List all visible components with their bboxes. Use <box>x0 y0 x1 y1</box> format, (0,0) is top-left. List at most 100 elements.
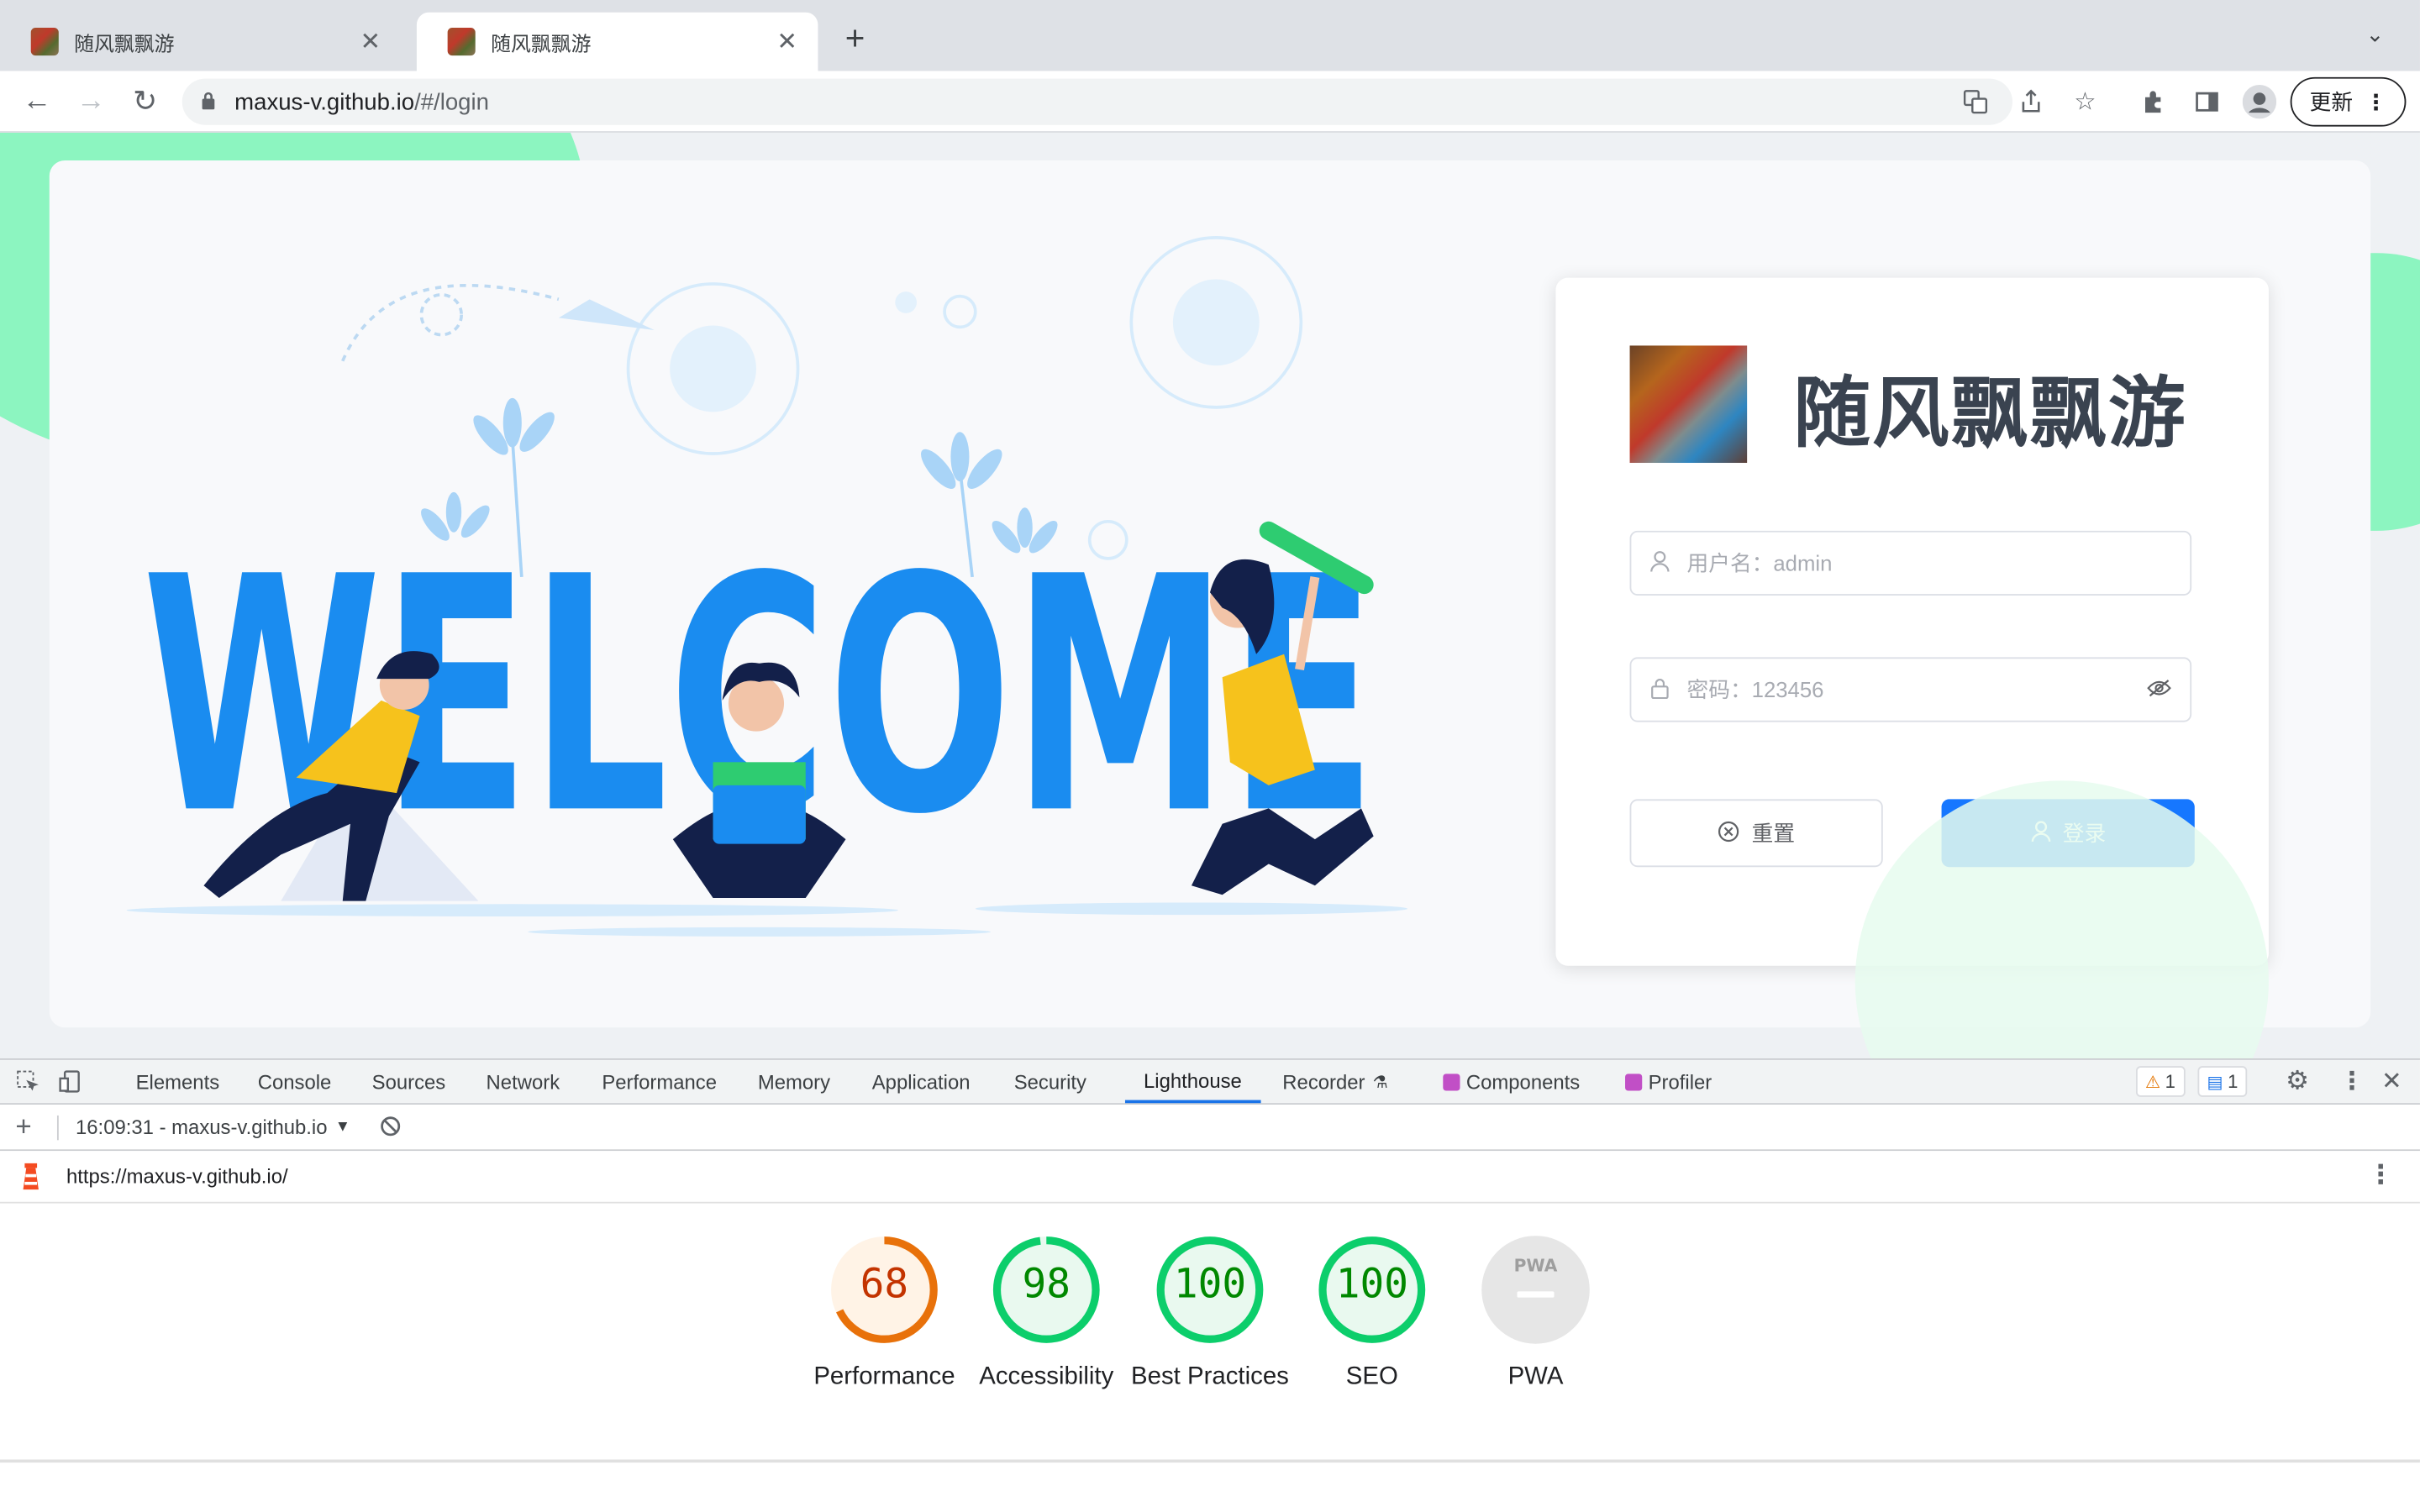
report-url[interactable]: https://maxus-v.github.io/ <box>66 1165 288 1189</box>
lighthouse-toolbar: + 16:09:31 - maxus-v.github.io ▼ <box>0 1105 2420 1152</box>
score-gauge-best-practices[interactable]: 100 <box>1155 1234 1265 1345</box>
tab-search-icon[interactable]: ⌄ <box>2366 22 2385 48</box>
reload-icon[interactable]: ↻ <box>127 83 164 120</box>
profile-avatar-icon[interactable] <box>2241 83 2278 120</box>
tab-application[interactable]: Application <box>872 1060 971 1103</box>
tab-strip: 随风飘飘游 ✕ 随风飘飘游 ✕ + ⌄ <box>0 0 2420 71</box>
user-icon <box>1649 550 1671 576</box>
share-icon[interactable] <box>2012 83 2049 120</box>
url-path: /#/login <box>414 88 489 115</box>
update-label: 更新 <box>2309 89 2354 114</box>
username-input[interactable]: 用户名：admin <box>1629 530 2192 596</box>
new-tab-button[interactable]: + <box>836 18 873 59</box>
close-icon[interactable]: ✕ <box>771 26 802 57</box>
extensions-icon[interactable] <box>2134 83 2171 120</box>
back-icon[interactable]: ← <box>18 83 55 120</box>
score-label: Performance <box>813 1363 955 1390</box>
tab-elements[interactable]: Elements <box>136 1060 220 1103</box>
password-placeholder: 密码：123456 <box>1686 677 1824 702</box>
svg-text:PWA: PWA <box>1514 1255 1558 1275</box>
score-value: 100 <box>1335 1262 1408 1309</box>
score-label: SEO <box>1345 1363 1398 1390</box>
browser-tab-active[interactable]: 随风飘飘游 ✕ <box>416 12 818 71</box>
address-bar[interactable]: maxus-v.github.io/#/login <box>182 78 2013 125</box>
site-title: 随风飘飘游 <box>1793 368 2187 459</box>
score-gauge-performance[interactable]: 68 <box>829 1234 939 1345</box>
dropdown-arrow-icon: ▼ <box>334 1117 350 1135</box>
profiler-label: Profiler <box>1648 1069 1712 1094</box>
messages-badge[interactable]: ▤ 1 <box>2197 1066 2248 1097</box>
tab-title: 随风飘飘游 <box>491 31 592 55</box>
welcome-illustration: WELCOME <box>126 236 1408 937</box>
hide-password-icon[interactable] <box>2147 677 2171 701</box>
recorder-label: Recorder <box>1282 1069 1365 1094</box>
clear-all-icon[interactable] <box>380 1105 402 1147</box>
browser-tab[interactable]: 随风飘飘游 ✕ <box>0 13 402 71</box>
side-panel-icon[interactable] <box>2188 83 2225 120</box>
score-value: 98 <box>1022 1262 1071 1309</box>
score-value: 68 <box>860 1262 909 1309</box>
score-label: Accessibility <box>979 1363 1114 1390</box>
lock-icon <box>1649 676 1671 702</box>
settings-gear-icon[interactable]: ⚙ <box>2286 1060 2309 1103</box>
react-icon <box>1625 1073 1643 1090</box>
report-menu-icon[interactable]: ⋮ <box>2367 1160 2393 1191</box>
lighthouse-icon <box>18 1162 43 1197</box>
close-devtools-icon[interactable]: ✕ <box>2381 1060 2402 1103</box>
forward-icon[interactable]: → <box>72 83 109 120</box>
tab-title: 随风飘飘游 <box>74 31 175 55</box>
tab-profiler[interactable]: Profiler <box>1625 1060 1712 1103</box>
toolbar-divider <box>56 1115 59 1141</box>
message-icon: ▤ <box>2207 1073 2223 1092</box>
lock-icon <box>201 90 216 113</box>
url-host: maxus-v.github.io <box>234 88 415 115</box>
report-url-bar: https://maxus-v.github.io/ ⋮ <box>0 1151 2420 1204</box>
reset-label: 重置 <box>1751 821 1796 846</box>
report-selector-label: 16:09:31 - maxus-v.github.io <box>75 1115 328 1138</box>
report-selector[interactable]: 16:09:31 - maxus-v.github.io ▼ <box>76 1105 350 1147</box>
report-divider <box>0 1459 2420 1463</box>
score-gauge-pwa[interactable]: PWA <box>1480 1234 1591 1345</box>
score-label: PWA <box>1507 1363 1564 1390</box>
tab-console[interactable]: Console <box>258 1060 332 1103</box>
inspect-element-icon[interactable] <box>15 1060 39 1103</box>
browser-toolbar: ← → ↻ maxus-v.github.io/#/login ☆ 更新 ⋮ <box>0 71 2420 133</box>
tab-recorder[interactable]: Recorder ⚗ <box>1282 1060 1388 1103</box>
devtools-tab-bar: Elements Console Sources Network Perform… <box>0 1058 2420 1105</box>
tab-memory[interactable]: Memory <box>758 1060 830 1103</box>
circle-close-icon <box>1718 820 1739 846</box>
bookmark-star-icon[interactable]: ☆ <box>2066 83 2103 120</box>
device-toolbar-icon[interactable] <box>59 1060 83 1103</box>
logo-image <box>1629 345 1748 464</box>
tab-sources[interactable]: Sources <box>372 1060 446 1103</box>
tab-favicon <box>447 28 476 56</box>
score-value: 100 <box>1173 1262 1247 1309</box>
reset-button[interactable]: 重置 <box>1629 799 1883 868</box>
score-gauge-accessibility[interactable]: 98 <box>991 1234 1102 1345</box>
tab-components[interactable]: Components <box>1443 1060 1580 1103</box>
react-icon <box>1443 1073 1460 1090</box>
tab-favicon <box>30 28 59 56</box>
warnings-count: 1 <box>2165 1070 2175 1093</box>
tab-network[interactable]: Network <box>487 1060 560 1103</box>
update-button[interactable]: 更新 ⋮ <box>2290 76 2407 127</box>
close-icon[interactable]: ✕ <box>355 26 386 57</box>
more-vert-icon: ⋮ <box>2365 88 2387 113</box>
tab-security[interactable]: Security <box>1014 1060 1086 1103</box>
tab-performance[interactable]: Performance <box>602 1060 717 1103</box>
lighthouse-report: 68 Performance 98 Accessibility 100 Best Prac… <box>0 1203 2420 1512</box>
score-label: Best Practices <box>1131 1363 1289 1390</box>
warning-icon: ⚠ <box>2145 1073 2161 1092</box>
translate-icon[interactable] <box>1957 83 1994 120</box>
more-options-icon[interactable]: ⋮ <box>2339 1060 2364 1103</box>
tab-lighthouse[interactable]: Lighthouse <box>1124 1060 1260 1104</box>
components-label: Components <box>1465 1069 1581 1094</box>
new-report-icon[interactable]: + <box>15 1105 31 1147</box>
page-viewport: WELCOME 随风飘飘游 用户名：admin 密码：123456 重置 <box>0 132 2420 1058</box>
username-placeholder: 用户名：admin <box>1686 550 1833 576</box>
password-input[interactable]: 密码：123456 <box>1629 657 2192 722</box>
warnings-badge[interactable]: ⚠ 1 <box>2135 1066 2185 1097</box>
messages-count: 1 <box>2228 1070 2238 1093</box>
flask-icon: ⚗ <box>1372 1073 1388 1092</box>
score-gauge-seo[interactable]: 100 <box>1317 1234 1428 1345</box>
